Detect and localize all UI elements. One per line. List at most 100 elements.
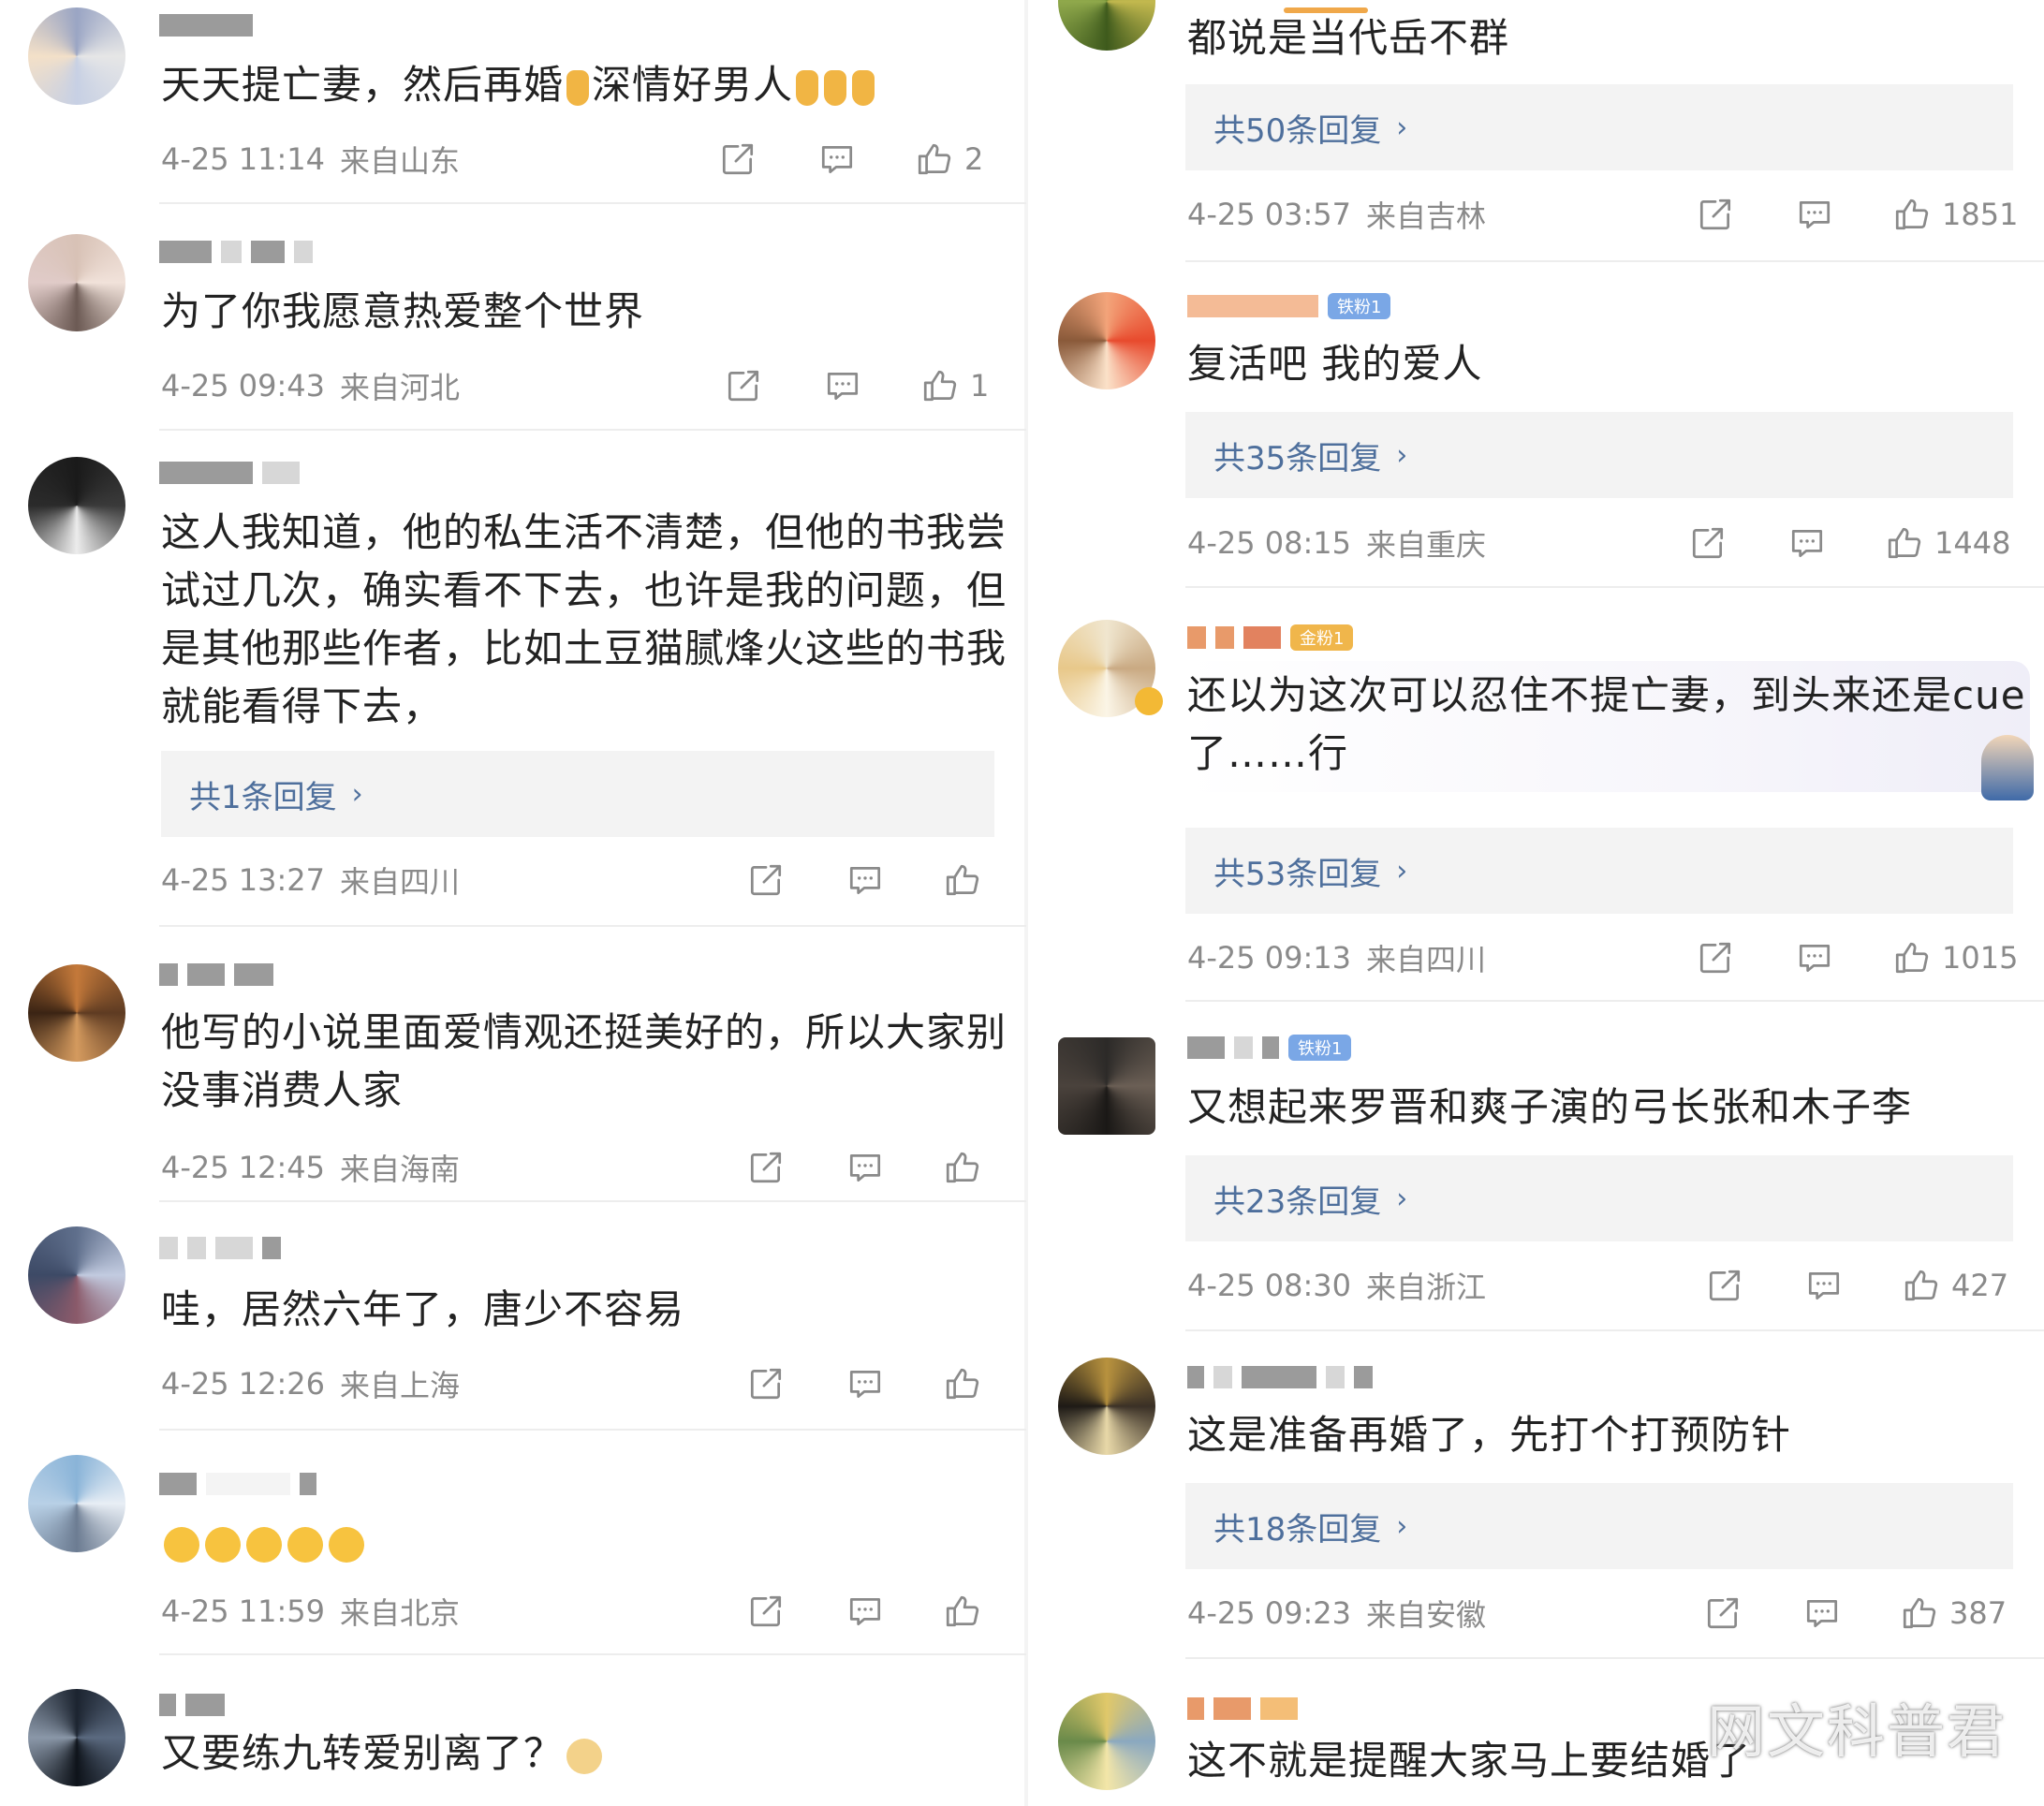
comment-icon[interactable] bbox=[1801, 1593, 1843, 1634]
username-pixelated[interactable]: 金粉1 bbox=[1187, 622, 1354, 653]
comment-icon[interactable] bbox=[1787, 522, 1828, 564]
comment-item[interactable]: 都说是当代岳不群 共50条回复 › 4-25 03:57 来自吉林 1851 bbox=[1026, 0, 2044, 281]
thumbs-up-icon[interactable] bbox=[942, 1147, 983, 1188]
share-icon[interactable] bbox=[717, 139, 758, 180]
comment-item[interactable]: 哇，居然六年了，唐少不容易 4-25 12:26 来自上海 bbox=[0, 1217, 1026, 1432]
comment-item[interactable]: 天天提亡妻，然后再婚 深情好男人 4-25 11:14 来自山东 2 bbox=[0, 0, 1026, 206]
comment-item[interactable]: 他写的小说里面爱情观还挺美好的，所以大家别 没事消费人家 4-25 12:45 来… bbox=[0, 946, 1026, 1202]
comment-item[interactable]: 又要练九转爱别离了？ bbox=[0, 1676, 1026, 1806]
comment-icon[interactable] bbox=[845, 1363, 886, 1404]
avatar[interactable] bbox=[28, 457, 125, 554]
comment-icon[interactable] bbox=[1794, 937, 1835, 978]
avatar[interactable] bbox=[28, 1689, 125, 1786]
thumbs-up-icon[interactable] bbox=[1884, 522, 1925, 564]
comment-time: 4-25 11:59 bbox=[161, 1593, 326, 1629]
thumbs-up-icon[interactable] bbox=[1901, 1265, 1942, 1306]
share-icon[interactable] bbox=[1695, 194, 1736, 235]
username-pixelated[interactable] bbox=[159, 457, 300, 489]
thumbs-up-icon[interactable] bbox=[1891, 194, 1933, 235]
left-comment-column[interactable]: 天天提亡妻，然后再婚 深情好男人 4-25 11:14 来自山东 2 为了你我愿意热… bbox=[0, 0, 1026, 1806]
comment-icon[interactable] bbox=[845, 1147, 886, 1188]
username-pixelated[interactable] bbox=[1187, 1361, 1373, 1393]
avatar[interactable] bbox=[1058, 1358, 1155, 1455]
comment-item[interactable]: 这人我知道，他的私生活不清楚，但他的书我尝 试过几次，确实看不下去，也许是我的问… bbox=[0, 449, 1026, 927]
username-pixelated[interactable]: 铁粉1 bbox=[1187, 290, 1391, 322]
username-pixelated[interactable] bbox=[159, 236, 313, 268]
username-pixelated[interactable] bbox=[159, 1232, 281, 1264]
avatar[interactable] bbox=[1058, 0, 1155, 51]
comment-item[interactable]: 金粉1 还以为这次可以忍住不提亡妻，到头来还是cue 了……行 共53条回复 › … bbox=[1026, 609, 2044, 1002]
share-icon[interactable] bbox=[745, 1147, 787, 1188]
comment-icon[interactable] bbox=[1803, 1265, 1845, 1306]
comment-icon[interactable] bbox=[845, 1591, 886, 1632]
reply-link[interactable]: 共18条回复 › bbox=[1185, 1483, 2013, 1569]
comment-meta: 4-25 12:45 来自海南 bbox=[161, 1144, 460, 1191]
username-pixelated[interactable] bbox=[159, 9, 253, 41]
share-icon[interactable] bbox=[1704, 1265, 1745, 1306]
comment-item[interactable]: 铁粉1 复活吧 我的爱人 共35条回复 › 4-25 08:15 来自重庆 1448 bbox=[1026, 281, 2044, 590]
username-pixelated[interactable] bbox=[1187, 1693, 1298, 1725]
avatar[interactable] bbox=[28, 234, 125, 331]
comment-text-line: 是其他那些作者，比如土豆猫腻烽火这些的书我 bbox=[161, 625, 1007, 671]
comment-icon[interactable] bbox=[816, 139, 858, 180]
share-icon[interactable] bbox=[745, 1591, 787, 1632]
share-icon[interactable] bbox=[1702, 1593, 1743, 1634]
right-comment-column[interactable]: 都说是当代岳不群 共50条回复 › 4-25 03:57 来自吉林 1851 铁粉1… bbox=[1026, 0, 2044, 1806]
share-icon[interactable] bbox=[1687, 522, 1728, 564]
comment-text bbox=[161, 1513, 367, 1571]
reply-link[interactable]: 共35条回复 › bbox=[1185, 412, 2013, 498]
thumbs-up-icon[interactable] bbox=[942, 859, 983, 901]
like-count: 387 bbox=[1949, 1595, 2007, 1631]
share-icon[interactable] bbox=[723, 365, 764, 406]
reply-link[interactable]: 共1条回复 › bbox=[161, 751, 994, 837]
fan-badge: 铁粉1 bbox=[1328, 293, 1391, 319]
comment-icon[interactable] bbox=[1794, 194, 1835, 235]
reply-link[interactable]: 共53条回复 › bbox=[1185, 828, 2013, 914]
avatar[interactable] bbox=[1058, 292, 1155, 389]
share-icon[interactable] bbox=[1695, 937, 1736, 978]
username-pixelated[interactable] bbox=[159, 1689, 225, 1721]
comment-actions bbox=[745, 1360, 983, 1407]
share-icon[interactable] bbox=[745, 1363, 787, 1404]
thumbs-up-icon[interactable] bbox=[1891, 937, 1933, 978]
avatar[interactable] bbox=[28, 964, 125, 1062]
chevron-right-icon: › bbox=[1396, 854, 1408, 888]
share-icon[interactable] bbox=[745, 859, 787, 901]
avatar[interactable] bbox=[28, 7, 125, 105]
reply-link[interactable]: 共50条回复 › bbox=[1185, 84, 2013, 170]
username-pixelated[interactable]: 铁粉1 bbox=[1187, 1032, 1352, 1064]
comment-location: 来自吉林 bbox=[1366, 198, 1487, 234]
username-pixelated[interactable] bbox=[159, 1468, 316, 1500]
thumbs-up-icon[interactable] bbox=[919, 365, 961, 406]
comment-item[interactable]: 铁粉1 又想起来罗晋和爽子演的弓长张和木子李 共23条回复 › 4-25 08:3… bbox=[1026, 1020, 2044, 1331]
avatar[interactable] bbox=[28, 1455, 125, 1552]
reply-link[interactable]: 共23条回复 › bbox=[1185, 1155, 2013, 1241]
thumbs-up-icon[interactable] bbox=[1899, 1593, 1940, 1634]
thumbs-up-icon[interactable] bbox=[914, 139, 955, 180]
comment-text-line: 这人我知道，他的私生活不清楚，但他的书我尝 bbox=[161, 509, 1007, 555]
thumbs-up-icon[interactable] bbox=[942, 1363, 983, 1404]
comment-location: 来自重庆 bbox=[1366, 527, 1487, 563]
comment-item[interactable]: 为了你我愿意热爱整个世界 4-25 09:43 来自河北 1 bbox=[0, 225, 1026, 431]
avatar[interactable] bbox=[28, 1226, 125, 1324]
comment-icon[interactable] bbox=[845, 859, 886, 901]
comment-item[interactable]: 这是准备再婚了，先打个打预防针 共18条回复 › 4-25 09:23 来自安徽 3… bbox=[1026, 1348, 2044, 1659]
crying-emoji-icon bbox=[164, 1526, 199, 1563]
divider bbox=[159, 1653, 1026, 1655]
reply-count: 共35条回复 bbox=[1213, 439, 1382, 477]
avatar[interactable] bbox=[1058, 1693, 1155, 1790]
comment-icon[interactable] bbox=[822, 365, 863, 406]
avatar[interactable] bbox=[1058, 1037, 1155, 1135]
comment-item[interactable]: 4-25 11:59 来自北京 bbox=[0, 1449, 1026, 1665]
divider bbox=[1185, 1000, 2044, 1002]
username-pixelated[interactable] bbox=[159, 959, 273, 991]
comment-text-line: 为了你我愿意热爱整个世界 bbox=[161, 288, 645, 334]
divider bbox=[1185, 260, 2044, 262]
comment-time: 4-25 09:43 bbox=[161, 368, 326, 404]
comment-actions bbox=[745, 857, 983, 903]
comment-text: 这人我知道，他的私生活不清楚，但他的书我尝 试过几次，确实看不下去，也许是我的问… bbox=[161, 504, 1007, 736]
thumbs-up-icon[interactable] bbox=[942, 1591, 983, 1632]
comment-text-line: 复活吧 我的爱人 bbox=[1187, 341, 1483, 387]
crying-emoji-icon bbox=[246, 1526, 282, 1563]
divider bbox=[159, 925, 1026, 927]
